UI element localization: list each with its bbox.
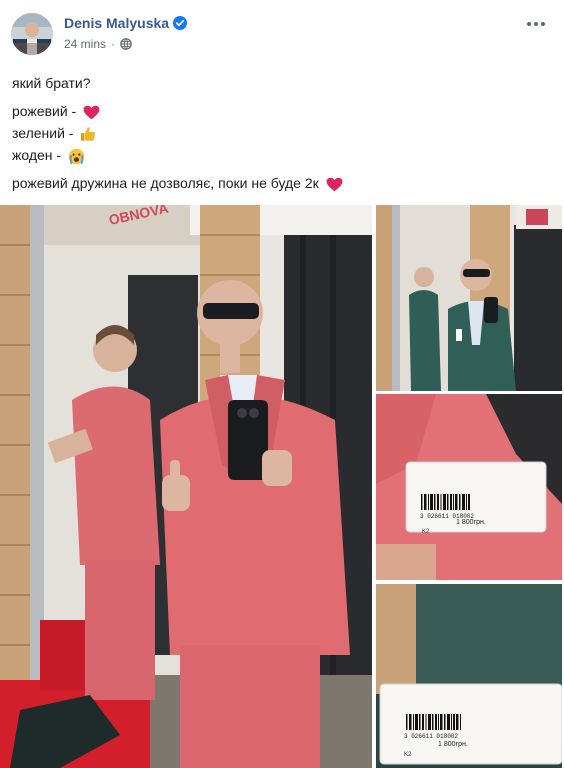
green-suit-photo-image	[376, 205, 562, 391]
option-pink-label: рожевий -	[12, 103, 81, 119]
post-options-button[interactable]	[522, 16, 550, 32]
meta-separator: ·	[111, 37, 116, 51]
pink-suit-photo-image: OBNOVA	[0, 205, 372, 768]
avatar-image	[11, 13, 53, 55]
red-heart-icon	[326, 177, 343, 192]
thumbs-up-icon	[81, 127, 96, 142]
post-text-option-pink: рожевий -	[12, 102, 100, 120]
photo-price-tag-pink[interactable]: 3 026611 018002 K2 1 800грн.	[376, 394, 562, 580]
option-green-label: зелений -	[12, 125, 78, 141]
price-tag-pink-image: 3 026611 018002 K2 1 800грн.	[376, 394, 562, 580]
post-text-question: який брати?	[12, 75, 91, 91]
price-tag-green-image: 3 026611 018002 K2 1 800грн.	[376, 584, 562, 768]
author-avatar[interactable]	[11, 13, 53, 55]
photo-green-suit[interactable]	[376, 205, 562, 391]
photo-pink-suit[interactable]: OBNOVA	[0, 205, 372, 768]
final-text: рожевий дружина не дозволяє, поки не буд…	[12, 175, 323, 191]
globe-icon[interactable]	[120, 38, 132, 50]
post-meta: 24 mins ·	[64, 37, 132, 51]
photo-price-tag-green[interactable]: 3 026611 018002 K2 1 800грн.	[376, 584, 562, 768]
author-name-link[interactable]: Denis Malyuska	[64, 15, 188, 31]
tag2-price: 1 800грн.	[438, 741, 468, 748]
tag1-size: K2	[422, 529, 430, 535]
tag2-barcode-number: 3 026611 018002	[404, 733, 458, 740]
post-text-option-none: жоден -	[12, 146, 85, 165]
tag2-size: K2	[404, 752, 412, 758]
post-timestamp[interactable]: 24 mins	[64, 37, 106, 51]
facebook-post: Denis Malyuska 24 mins · який брати? рож…	[0, 0, 564, 768]
verified-badge-icon	[173, 16, 188, 30]
post-text-option-green: зелений -	[12, 124, 96, 142]
tag1-price: 1 800грн.	[456, 519, 486, 526]
ellipsis-icon	[527, 22, 531, 26]
author-name: Denis Malyuska	[64, 15, 170, 31]
crying-face-icon	[68, 148, 85, 165]
option-none-label: жоден -	[12, 147, 65, 163]
red-heart-icon	[83, 105, 100, 120]
post-text-final: рожевий дружина не дозволяє, поки не буд…	[12, 174, 343, 192]
